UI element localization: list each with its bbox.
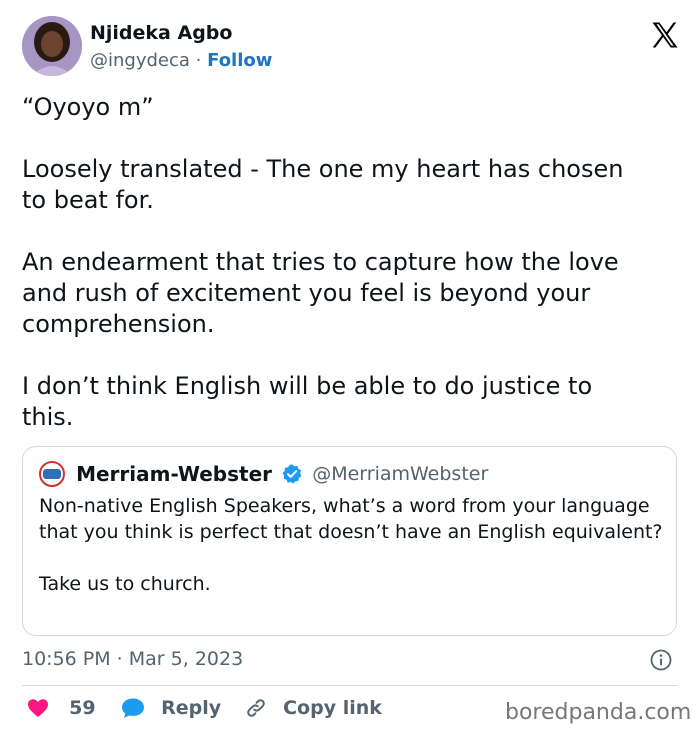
copy-link-label: Copy link — [283, 697, 382, 719]
copy-link-button[interactable]: Copy link — [244, 696, 382, 726]
like-count: 59 — [69, 697, 96, 719]
author-handle[interactable]: @ingydeca — [90, 50, 190, 71]
x-logo-icon[interactable] — [650, 20, 680, 50]
quoted-author-handle: @MerriamWebster — [312, 463, 489, 485]
tweet-paragraph: “Oyoyo m” — [22, 93, 154, 121]
author-name[interactable]: Njideka Agbo — [90, 22, 232, 44]
divider — [22, 685, 677, 686]
tweet-paragraph: I don’t think English will be able to do… — [22, 372, 593, 431]
tweet-header: Njideka Agbo @ingydeca · Follow — [22, 16, 682, 80]
verified-badge-icon — [282, 464, 302, 484]
tweet-timestamp[interactable]: 10:56 PM · Mar 5, 2023 — [22, 648, 243, 670]
avatar-image — [22, 16, 82, 76]
reply-bubble-icon — [122, 698, 144, 718]
quoted-author-name: Merriam-Webster — [76, 462, 273, 486]
like-button[interactable]: 59 — [26, 696, 96, 726]
info-icon[interactable] — [649, 648, 673, 672]
heart-icon — [28, 699, 48, 717]
tweet-text: “Oyoyo m” Loosely translated - The one m… — [22, 92, 682, 433]
handle-separator: · — [195, 50, 202, 71]
quoted-paragraph: Non-native English Speakers, what’s a wo… — [39, 495, 663, 543]
quoted-tweet-header: Merriam-Webster @MerriamWebster — [39, 461, 488, 487]
quoted-tweet-text: Non-native English Speakers, what’s a wo… — [39, 493, 664, 597]
quoted-paragraph: Take us to church. — [39, 573, 211, 595]
follow-button[interactable]: Follow — [207, 50, 272, 71]
tweet-paragraph: An endearment that tries to capture how … — [22, 248, 619, 338]
watermark: boredpanda.com — [505, 700, 692, 725]
reply-button[interactable]: Reply — [120, 696, 221, 726]
avatar[interactable] — [22, 16, 82, 76]
tweet-paragraph: Loosely translated - The one my heart ha… — [22, 155, 624, 214]
reply-label: Reply — [161, 697, 222, 719]
merriam-webster-logo-icon — [39, 461, 65, 487]
link-icon — [247, 699, 265, 717]
quoted-tweet[interactable]: Merriam-Webster @MerriamWebster Non-nati… — [22, 446, 677, 636]
author-handle-row: @ingydeca · Follow — [90, 50, 272, 71]
